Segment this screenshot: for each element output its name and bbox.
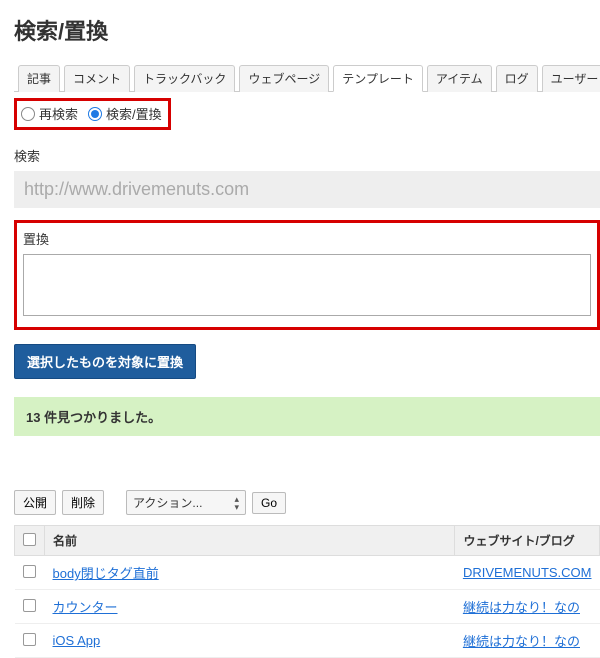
bulk-action-row: 公開 削除 アクション... ▴▾ Go [14, 490, 600, 515]
replace-highlight: 置換 [14, 220, 600, 330]
tab-entries[interactable]: 記事 [18, 65, 60, 92]
select-all-checkbox[interactable] [23, 533, 36, 546]
page-title: 検索/置換 [14, 14, 600, 46]
tab-assets[interactable]: アイテム [427, 65, 492, 92]
tab-bar: 記事 コメント トラックバック ウェブページ テンプレート アイテム ログ ユー… [14, 64, 600, 92]
row-checkbox[interactable] [23, 599, 36, 612]
dropdown-arrows-icon: ▴▾ [235, 495, 240, 511]
row-checkbox[interactable] [23, 565, 36, 578]
table-row: iOS App 継続は力なり！なの [15, 624, 600, 658]
radio-icon [88, 107, 102, 121]
radio-research[interactable]: 再検索 [21, 104, 78, 123]
tab-trackbacks[interactable]: トラックバック [134, 65, 235, 92]
result-banner: 13 件見つかりました。 [14, 397, 600, 436]
row-site-link[interactable]: DRIVEMENUTS.COM [463, 565, 592, 580]
action-dropdown[interactable]: アクション... ▴▾ [126, 490, 246, 515]
delete-button[interactable]: 削除 [62, 490, 104, 515]
radio-search-replace[interactable]: 検索/置換 [88, 104, 162, 123]
tab-webpages[interactable]: ウェブページ [239, 65, 329, 92]
tab-log[interactable]: ログ [496, 65, 538, 92]
header-checkbox-cell [15, 526, 45, 556]
row-site-link[interactable]: 継続は力なり！なの [463, 634, 580, 649]
search-mode-highlight: 再検索 検索/置換 [14, 98, 171, 130]
row-site-link[interactable]: 継続は力なり！なの [463, 600, 580, 615]
row-name-link[interactable]: カウンター [53, 600, 118, 615]
replace-selected-button[interactable]: 選択したものを対象に置換 [14, 344, 196, 379]
radio-research-label: 再検索 [39, 104, 78, 123]
table-row: カウンター 継続は力なり！なの [15, 590, 600, 624]
row-name-link[interactable]: body閉じタグ直前 [53, 566, 159, 581]
tab-users[interactable]: ユーザー [542, 65, 600, 92]
row-name-link[interactable]: iOS App [53, 633, 101, 648]
header-name[interactable]: 名前 [45, 526, 455, 556]
radio-icon [21, 107, 35, 121]
go-button[interactable]: Go [252, 492, 286, 514]
radio-search-replace-label: 検索/置換 [106, 104, 162, 123]
action-dropdown-label: アクション... [133, 494, 202, 511]
tab-comments[interactable]: コメント [64, 65, 130, 92]
search-input[interactable] [14, 171, 600, 208]
replace-label: 置換 [23, 229, 591, 248]
tab-templates[interactable]: テンプレート [333, 65, 423, 92]
search-label: 検索 [14, 146, 600, 165]
row-checkbox[interactable] [23, 633, 36, 646]
publish-button[interactable]: 公開 [14, 490, 56, 515]
results-table: 名前 ウェブサイト/ブログ body閉じタグ直前 DRIVEMENUTS.COM… [14, 525, 600, 658]
replace-textarea[interactable] [23, 254, 591, 316]
header-site[interactable]: ウェブサイト/ブログ [455, 526, 600, 556]
